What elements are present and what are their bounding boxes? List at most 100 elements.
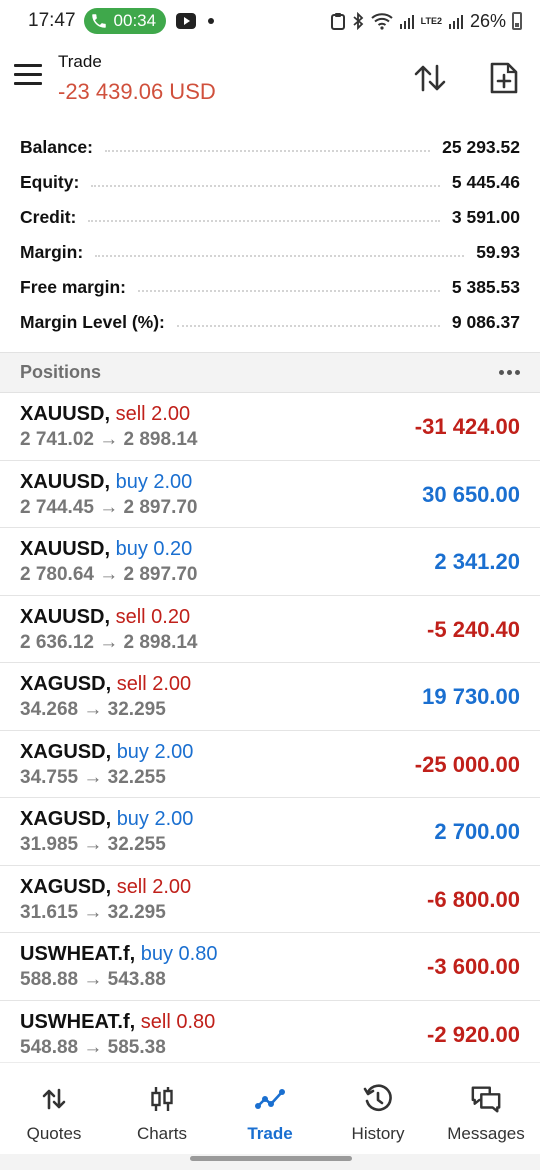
- phone-icon: [91, 14, 106, 28]
- position-prices: 548.88 → 585.38: [20, 1036, 166, 1058]
- summary-label: Free margin:: [20, 277, 126, 297]
- position-symbol: USWHEAT.f,: [20, 1010, 136, 1033]
- call-duration: 00:34: [113, 11, 157, 30]
- wifi-icon: [370, 13, 393, 30]
- nav-messages[interactable]: Messages: [432, 1063, 540, 1154]
- account-summary: Balance: 25 293.52 Equity: 5 445.46 Cred…: [0, 130, 540, 340]
- position-symbol: XAGUSD,: [20, 875, 112, 898]
- home-indicator[interactable]: [190, 1156, 352, 1161]
- nav-quotes[interactable]: Quotes: [0, 1063, 108, 1154]
- position-prices: 2 744.45 → 2 897.70: [20, 496, 198, 518]
- position-side: sell 2.00: [116, 673, 192, 695]
- sort-icon[interactable]: [412, 60, 448, 96]
- leader-dots: [104, 149, 431, 152]
- charts-icon: [146, 1083, 178, 1115]
- position-symbol: XAUUSD,: [20, 403, 111, 425]
- summary-value: 59.93: [476, 242, 520, 262]
- positions-title: Positions: [20, 362, 102, 382]
- position-row[interactable]: XAGUSD, buy 2.00 34.755 → 32.255 -25 000…: [0, 731, 540, 798]
- position-side: sell 0.20: [115, 605, 191, 628]
- nav-label: History: [351, 1124, 405, 1143]
- position-symbol: XAUUSD,: [20, 605, 111, 628]
- positions-section-header[interactable]: Positions: [0, 352, 540, 393]
- position-side: sell 2.00: [115, 403, 191, 425]
- position-row[interactable]: XAGUSD, sell 2.00 34.268 → 32.295 19 730…: [0, 663, 540, 731]
- summary-value: 9 086.37: [451, 312, 520, 332]
- position-side: sell 0.80: [140, 1010, 216, 1033]
- position-symbol: USWHEAT.f,: [20, 943, 136, 965]
- position-row[interactable]: XAUUSD, sell 2.00 2 741.02 → 2 898.14 -3…: [0, 393, 540, 461]
- status-time: 17:47: [28, 10, 76, 31]
- app-header: Trade -23 439.06 USD: [0, 42, 540, 126]
- position-prices: 2 741.02 → 2 898.14: [20, 429, 198, 450]
- position-side: sell 2.00: [116, 875, 192, 898]
- nav-trade[interactable]: Trade: [216, 1063, 324, 1154]
- summary-value: 3 591.00: [451, 207, 520, 227]
- position-profit: 2 700.00: [434, 819, 520, 844]
- battery-icon: [512, 12, 522, 30]
- summary-label: Equity:: [20, 172, 80, 192]
- leader-dots: [88, 219, 440, 222]
- position-row[interactable]: XAUUSD, sell 0.20 2 636.12 → 2 898.14 -5…: [0, 596, 540, 663]
- position-row[interactable]: XAGUSD, buy 2.00 31.985 → 32.255 2 700.0…: [0, 798, 540, 866]
- position-profit: -2 920.00: [427, 1021, 520, 1047]
- summary-row-equity: Equity: 5 445.46: [0, 165, 540, 200]
- summary-row-margin: Margin: 59.93: [0, 235, 540, 270]
- total-profit: -23 439.06 USD: [58, 79, 216, 104]
- position-prices: 588.88 → 543.88: [20, 969, 166, 990]
- position-side: buy 0.80: [140, 943, 218, 965]
- position-row[interactable]: USWHEAT.f, buy 0.80 588.88 → 543.88 -3 6…: [0, 933, 540, 1001]
- summary-label: Margin:: [20, 242, 84, 262]
- hamburger-menu-icon[interactable]: [14, 64, 44, 94]
- messages-icon: [470, 1083, 502, 1115]
- quotes-icon: [38, 1083, 70, 1115]
- position-symbol: XAGUSD,: [20, 808, 112, 830]
- position-profit: 30 650.00: [422, 481, 520, 507]
- positions-list: XAUUSD, sell 2.00 2 741.02 → 2 898.14 -3…: [0, 393, 540, 1068]
- signal-icon-2: [448, 15, 463, 29]
- summary-value: 25 293.52: [442, 137, 520, 157]
- position-side: buy 2.00: [115, 470, 193, 493]
- battery-percent: 26%: [469, 10, 506, 31]
- page-title: Trade: [58, 52, 102, 71]
- position-prices: 34.755 → 32.255: [20, 766, 166, 788]
- position-side: buy 2.00: [116, 808, 194, 830]
- network-label: LTE2: [420, 15, 442, 26]
- nav-label: Charts: [136, 1124, 188, 1143]
- position-side: buy 2.00: [116, 740, 194, 763]
- position-profit: -31 424.00: [414, 414, 520, 439]
- summary-row-credit: Credit: 3 591.00: [0, 200, 540, 235]
- call-indicator[interactable]: 00:34: [83, 8, 167, 34]
- position-profit: -6 800.00: [427, 886, 520, 912]
- position-row[interactable]: XAUUSD, buy 0.20 2 780.64 → 2 897.70 2 3…: [0, 528, 540, 596]
- youtube-icon: [176, 13, 197, 29]
- position-profit: 19 730.00: [422, 684, 520, 709]
- summary-value: 5 385.53: [451, 277, 520, 297]
- more-options-icon[interactable]: [499, 370, 520, 375]
- position-prices: 34.268 → 32.295: [20, 699, 166, 720]
- new-order-icon[interactable]: [486, 60, 522, 96]
- leader-dots: [176, 324, 440, 327]
- leader-dots: [95, 254, 465, 257]
- position-row[interactable]: XAGUSD, sell 2.00 31.615 → 32.295 -6 800…: [0, 866, 540, 933]
- position-prices: 2 780.64 → 2 897.70: [20, 564, 198, 585]
- summary-row-balance: Balance: 25 293.52: [0, 130, 540, 165]
- status-bar: 17:47 00:34 LTE2 26%: [0, 0, 540, 42]
- position-symbol: XAUUSD,: [20, 470, 111, 493]
- nav-history[interactable]: History: [324, 1063, 432, 1154]
- leader-dots: [91, 184, 440, 187]
- position-profit: -25 000.00: [414, 751, 520, 777]
- history-icon: [362, 1083, 394, 1115]
- bluetooth-icon: [353, 12, 363, 30]
- position-row[interactable]: XAUUSD, buy 2.00 2 744.45 → 2 897.70 30 …: [0, 461, 540, 528]
- position-symbol: XAGUSD,: [20, 740, 112, 763]
- nav-label: Trade: [247, 1124, 293, 1143]
- position-symbol: XAGUSD,: [20, 673, 112, 695]
- clipboard-icon: [330, 13, 345, 30]
- position-row[interactable]: USWHEAT.f, sell 0.80 548.88 → 585.38 -2 …: [0, 1001, 540, 1068]
- position-prices: 2 636.12 → 2 898.14: [20, 631, 198, 653]
- trade-icon: [254, 1083, 286, 1115]
- summary-row-free-margin: Free margin: 5 385.53: [0, 270, 540, 305]
- signal-icon: [399, 15, 414, 29]
- nav-charts[interactable]: Charts: [108, 1063, 216, 1154]
